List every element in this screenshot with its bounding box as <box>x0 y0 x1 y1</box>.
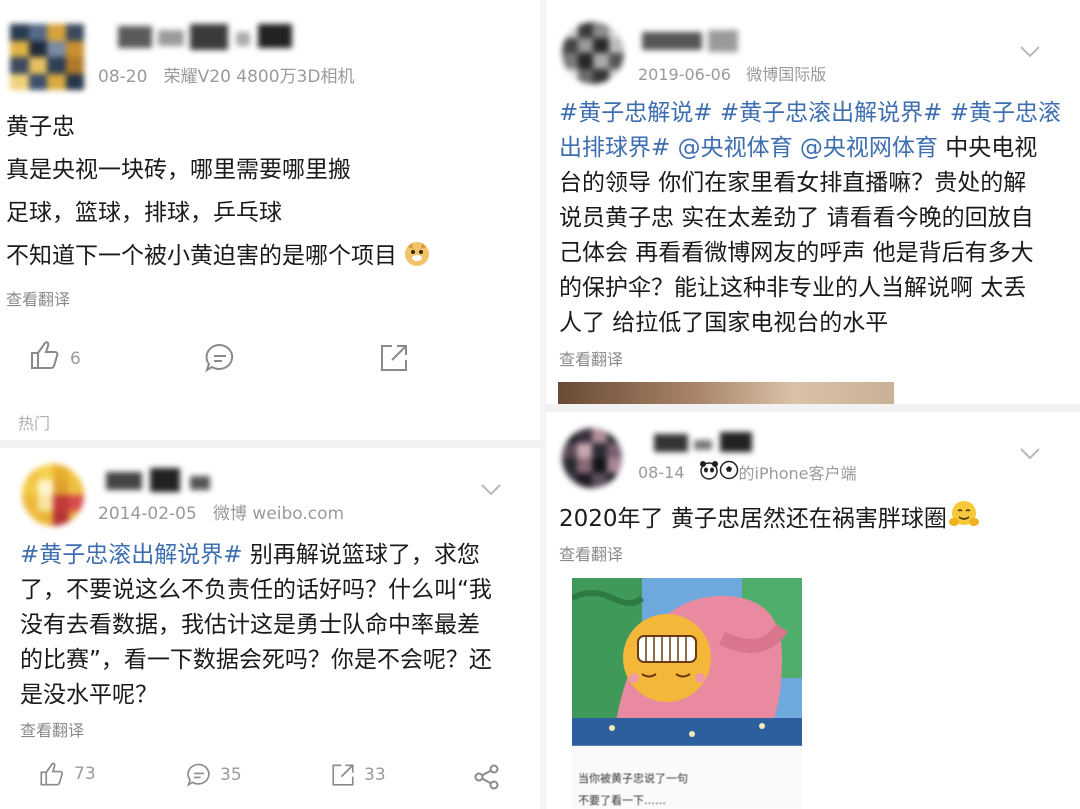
repost-button[interactable]: 33 <box>330 762 386 788</box>
post-image-caption: 当你被黄子忠说了一句 不要了看一下…… <box>572 746 802 809</box>
avatar[interactable] <box>22 464 84 526</box>
hashtag-link[interactable]: #黄子忠滚出解说界# <box>20 542 243 568</box>
avatar[interactable] <box>10 24 84 90</box>
post-device: 荣耀V20 4800万3D相机 <box>163 67 355 87</box>
comment-button[interactable]: 35 <box>186 762 242 788</box>
translate-link[interactable]: 查看翻译 <box>20 717 84 741</box>
chevron-down-icon <box>1020 46 1040 58</box>
like-button[interactable]: 73 <box>38 760 96 788</box>
doge-emoji-icon <box>404 241 430 277</box>
more-options-button[interactable] <box>1019 446 1041 465</box>
comment-count: 35 <box>220 765 242 785</box>
repost-icon <box>378 345 410 378</box>
like-count: 6 <box>70 349 81 369</box>
post-left-top: 08-20 荣耀V20 4800万3D相机 黄子忠 真是央视一块砖，哪里需要哪里… <box>0 0 540 440</box>
username[interactable] <box>106 468 216 492</box>
username[interactable] <box>654 432 754 454</box>
avatar[interactable] <box>562 22 624 84</box>
post-line: 足球，篮球，排球，乒乓球 <box>6 200 282 226</box>
post-line: 是没水平呢？ <box>20 682 158 708</box>
post-date: 08-14 <box>638 462 685 482</box>
post-source: 微博国际版 <box>746 65 827 84</box>
post-meta: 2019-06-06 微博国际版 <box>638 61 826 85</box>
repost-count: 33 <box>364 765 386 785</box>
post-line: 说员黄子忠 实在太差劲了 请看看今晚的回放自 <box>559 205 1034 231</box>
post-line: 别再解说篮球了，求您 <box>249 542 480 568</box>
post-meta: 08-14 的iPhone客户端 <box>638 460 857 484</box>
repost-button[interactable] <box>378 342 410 378</box>
comment-icon <box>186 762 212 788</box>
post-line-wrap: 不知道下一个被小黄迫害的是哪个项目 <box>6 239 536 277</box>
post-line: 没有去看数据，我估计这是勇士队命中率最差 <box>20 612 480 638</box>
post-date: 2019-06-06 <box>638 65 731 84</box>
post-date: 08-20 <box>98 67 148 87</box>
post-body: #黄子忠滚出解说界# 别再解说篮球了，求您 了，不要说这么不负责任的话好吗？什么… <box>20 538 530 713</box>
section-label: 热门 <box>18 414 51 433</box>
post-line: 中央电视 <box>945 135 1038 161</box>
meme-illustration <box>572 578 802 746</box>
translate-link[interactable]: 查看翻译 <box>559 346 623 370</box>
post-line: 不知道下一个被小黄迫害的是哪个项目 <box>6 243 397 269</box>
post-line: 的比赛”，看一下数据会死吗？你是不会呢？还 <box>20 647 492 673</box>
thumbs-up-icon <box>38 760 66 788</box>
panda-icon <box>699 460 719 484</box>
caption-line: 不要了看一下…… <box>578 794 666 807</box>
post-meta: 08-20 荣耀V20 4800万3D相机 <box>98 62 354 87</box>
post-image-thumb[interactable] <box>558 382 894 404</box>
more-options-button[interactable] <box>480 482 502 501</box>
hashtag-link[interactable]: 出排球界# @央视体育 @央视网体育 <box>559 135 938 161</box>
post-body: #黄子忠解说# #黄子忠滚出解说界# #黄子忠滚 出排球界# @央视体育 @央视… <box>559 96 1075 341</box>
hug-emoji-icon <box>948 500 979 538</box>
post-line: 的保护伞？能让这种非专业的人当解说啊 太丢 <box>559 275 1027 301</box>
share-icon <box>474 764 500 794</box>
comment-button[interactable] <box>204 342 236 378</box>
post-line: 台的领导 你们在家里看女排直播嘛？贵处的解 <box>559 170 1027 196</box>
thumbs-up-icon <box>28 338 62 372</box>
caption-line: 当你被黄子忠说了一句 <box>578 772 688 785</box>
post-right-top: 2019-06-06 微博国际版 #黄子忠解说# #黄子忠滚出解说界# #黄子忠… <box>546 0 1080 404</box>
share-button[interactable] <box>474 764 500 794</box>
like-button[interactable]: 6 <box>28 338 81 372</box>
post-line-wrap: 出排球界# @央视体育 @央视网体育 中央电视 <box>559 131 1075 166</box>
username[interactable] <box>118 24 293 50</box>
post-line: 2020年了 黄子忠居然还在祸害胖球圈 <box>559 506 947 532</box>
like-count: 73 <box>74 764 96 784</box>
divider <box>546 404 1080 412</box>
username[interactable] <box>642 30 742 52</box>
post-meta: 2014-02-05 微博 weibo.com <box>98 499 344 524</box>
translate-link[interactable]: 查看翻译 <box>559 541 623 565</box>
post-line: 人了 给拉低了国家电视台的水平 <box>559 310 889 336</box>
comment-icon <box>204 343 236 378</box>
post-left-bottom: 2014-02-05 微博 weibo.com #黄子忠滚出解说界# 别再解说篮… <box>0 448 540 809</box>
hashtag-link[interactable]: #黄子忠解说# #黄子忠滚出解说界# #黄子忠滚 <box>559 96 1075 131</box>
post-source: 微博 weibo.com <box>213 504 345 524</box>
post-date: 2014-02-05 <box>98 504 197 524</box>
chevron-down-icon <box>1020 448 1040 460</box>
post-line: 真是央视一块砖，哪里需要哪里搬 <box>6 157 351 183</box>
post-line: 己体会 再看看微博网友的呼声 他是背后有多大 <box>559 240 1034 266</box>
translate-link[interactable]: 查看翻译 <box>6 286 70 310</box>
post-right-bottom: 08-14 的iPhone客户端 2020年了 黄子忠居然还在祸害胖球圈 查看翻… <box>546 412 1080 809</box>
avatar[interactable] <box>562 428 622 488</box>
post-source: 的iPhone客户端 <box>738 464 857 483</box>
post-body: 黄子忠 真是央视一块砖，哪里需要哪里搬 足球，篮球，排球，乒乓球 不知道下一个被… <box>6 110 536 277</box>
repost-icon <box>330 762 356 788</box>
post-line: 黄子忠 <box>6 114 75 140</box>
divider <box>0 440 540 448</box>
post-image[interactable] <box>572 578 802 746</box>
post-line: 了，不要说这么不负责任的话好吗？什么叫“我 <box>20 577 492 603</box>
chevron-down-icon <box>481 484 501 496</box>
soccer-icon <box>719 460 739 484</box>
post-body: 2020年了 黄子忠居然还在祸害胖球圈 <box>559 500 979 538</box>
post-line-wrap: #黄子忠滚出解说界# 别再解说篮球了，求您 <box>20 538 530 573</box>
more-options-button[interactable] <box>1019 44 1041 63</box>
